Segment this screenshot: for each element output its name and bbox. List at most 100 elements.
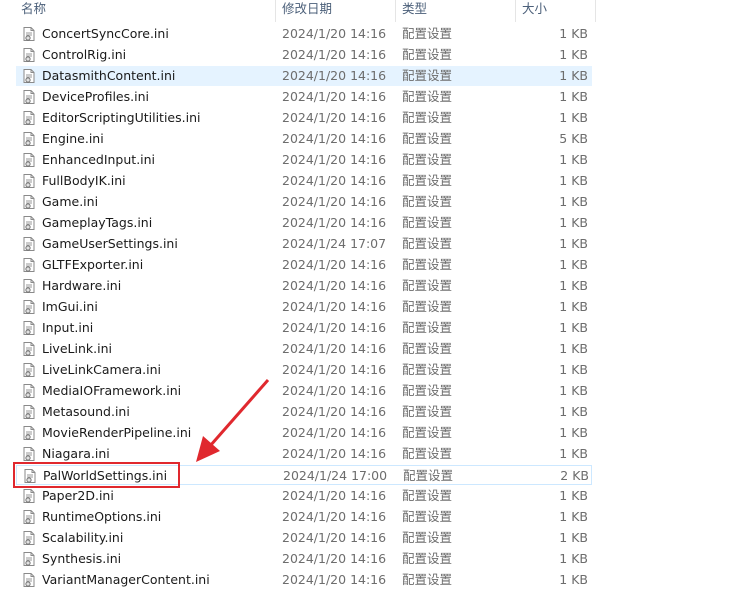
file-type: 配置设置 xyxy=(402,110,453,125)
file-row[interactable]: LiveLinkCamera.ini 2024/1/20 14:16 配置设置 1 K… xyxy=(16,360,592,380)
file-size: 1 KB xyxy=(559,509,588,524)
column-header-type[interactable]: 类型 xyxy=(396,0,516,22)
column-header-name[interactable]: 名称 xyxy=(15,0,276,22)
file-size: 1 KB xyxy=(559,47,588,62)
file-modified-date: 2024/1/20 14:16 xyxy=(282,173,387,188)
file-size: 1 KB xyxy=(559,362,588,377)
file-row[interactable]: MediaIOFramework.ini 2024/1/20 14:16 配置设置 1… xyxy=(16,381,592,401)
file-row[interactable]: Metasound.ini 2024/1/20 14:16 配置设置 1 KB xyxy=(16,402,592,422)
file-row[interactable]: Hardware.ini 2024/1/20 14:16 配置设置 1 KB xyxy=(16,276,592,296)
file-modified-date: 2024/1/20 14:16 xyxy=(282,509,387,524)
file-type: 配置设置 xyxy=(402,173,453,188)
file-row[interactable]: DatasmithContent.ini 2024/1/20 14:16 配置设置 1… xyxy=(16,66,592,86)
file-name: Engine.ini xyxy=(42,131,104,146)
file-type: 配置设置 xyxy=(402,383,453,398)
file-name: GameplayTags.ini xyxy=(42,215,153,230)
file-name: Paper2D.ini xyxy=(42,488,114,503)
file-type: 配置设置 xyxy=(402,404,453,419)
file-type: 配置设置 xyxy=(403,468,454,483)
file-row[interactable]: Input.ini 2024/1/20 14:16 配置设置 1 KB xyxy=(16,318,592,338)
file-type: 配置设置 xyxy=(402,152,453,167)
file-size: 1 KB xyxy=(559,173,588,188)
file-size: 1 KB xyxy=(559,152,588,167)
file-size: 1 KB xyxy=(559,404,588,419)
file-size: 1 KB xyxy=(559,341,588,356)
file-row[interactable]: GLTFExporter.ini 2024/1/20 14:16 配置设置 1 KB xyxy=(16,255,592,275)
file-size: 1 KB xyxy=(559,89,588,104)
file-modified-date: 2024/1/20 14:16 xyxy=(282,110,387,125)
file-modified-date: 2024/1/20 14:16 xyxy=(282,131,387,146)
file-row[interactable]: MovieRenderPipeline.ini 2024/1/20 14:16 配置… xyxy=(16,423,592,443)
ini-config-file-icon xyxy=(21,278,37,294)
file-size: 2 KB xyxy=(560,468,589,483)
column-header-modified[interactable]: 修改日期 xyxy=(276,0,396,22)
ini-config-file-icon xyxy=(21,404,37,420)
ini-config-file-icon xyxy=(21,572,37,588)
file-modified-date: 2024/1/20 14:16 xyxy=(282,341,387,356)
file-row[interactable]: FullBodyIK.ini 2024/1/20 14:16 配置设置 1 KB xyxy=(16,171,592,191)
ini-config-file-icon xyxy=(21,152,37,168)
file-row[interactable]: Engine.ini 2024/1/20 14:16 配置设置 5 KB xyxy=(16,129,592,149)
file-modified-date: 2024/1/20 14:16 xyxy=(282,362,387,377)
file-name: Metasound.ini xyxy=(42,404,130,419)
file-type: 配置设置 xyxy=(402,215,453,230)
ini-config-file-icon xyxy=(21,488,37,504)
file-name: ConcertSyncCore.ini xyxy=(42,26,169,41)
file-row[interactable]: ConcertSyncCore.ini 2024/1/20 14:16 配置设置 1 … xyxy=(16,24,592,44)
file-name: Synthesis.ini xyxy=(42,551,122,566)
file-explorer: 名称 修改日期 类型 大小 ConcertSyncCore.ini 2024/1/… xyxy=(0,0,734,603)
file-modified-date: 2024/1/20 14:16 xyxy=(282,257,387,272)
file-modified-date: 2024/1/20 14:16 xyxy=(282,278,387,293)
file-name: MediaIOFramework.ini xyxy=(42,383,182,398)
file-modified-date: 2024/1/20 14:16 xyxy=(282,89,387,104)
file-name: DatasmithContent.ini xyxy=(42,68,176,83)
file-type: 配置设置 xyxy=(402,551,453,566)
file-row[interactable]: GameplayTags.ini 2024/1/20 14:16 配置设置 1 KB xyxy=(16,213,592,233)
file-row[interactable]: LiveLink.ini 2024/1/20 14:16 配置设置 1 KB xyxy=(16,339,592,359)
ini-config-file-icon xyxy=(21,362,37,378)
file-row[interactable]: RuntimeOptions.ini 2024/1/20 14:16 配置设置 1 K… xyxy=(16,507,592,527)
file-row[interactable]: GameUserSettings.ini 2024/1/24 17:07 配置设置 1… xyxy=(16,234,592,254)
file-modified-date: 2024/1/20 14:16 xyxy=(282,446,387,461)
file-name: RuntimeOptions.ini xyxy=(42,509,162,524)
file-modified-date: 2024/1/20 14:16 xyxy=(282,425,387,440)
file-type: 配置设置 xyxy=(402,89,453,104)
file-size: 1 KB xyxy=(559,425,588,440)
ini-config-file-icon xyxy=(21,215,37,231)
file-name: Input.ini xyxy=(42,320,94,335)
file-size: 1 KB xyxy=(559,68,588,83)
file-type: 配置设置 xyxy=(402,320,453,335)
ini-config-file-icon xyxy=(21,446,37,462)
file-row[interactable]: Paper2D.ini 2024/1/20 14:16 配置设置 1 KB xyxy=(16,486,592,506)
file-type: 配置设置 xyxy=(402,278,453,293)
file-row[interactable]: ImGui.ini 2024/1/20 14:16 配置设置 1 KB xyxy=(16,297,592,317)
ini-config-file-icon xyxy=(21,68,37,84)
file-name: LiveLink.ini xyxy=(42,341,112,356)
file-modified-date: 2024/1/20 14:16 xyxy=(282,194,387,209)
file-type: 配置设置 xyxy=(402,131,453,146)
file-size: 1 KB xyxy=(559,110,588,125)
file-type: 配置设置 xyxy=(402,509,453,524)
file-row[interactable]: Game.ini 2024/1/20 14:16 配置设置 1 KB xyxy=(16,192,592,212)
file-name: EditorScriptingUtilities.ini xyxy=(42,110,201,125)
file-row[interactable]: ControlRig.ini 2024/1/20 14:16 配置设置 1 KB xyxy=(16,45,592,65)
file-row[interactable]: EditorScriptingUtilities.ini 2024/1/20 14… xyxy=(16,108,592,128)
file-row[interactable]: PalWorldSettings.ini 2024/1/24 17:00 配置设置 2… xyxy=(16,465,592,485)
file-row[interactable]: VariantManagerContent.ini 2024/1/20 14:16… xyxy=(16,570,592,590)
ini-config-file-icon xyxy=(21,509,37,525)
file-row[interactable]: EnhancedInput.ini 2024/1/20 14:16 配置设置 1 KB xyxy=(16,150,592,170)
file-size: 5 KB xyxy=(559,131,588,146)
file-modified-date: 2024/1/20 14:16 xyxy=(282,572,387,587)
file-row[interactable]: DeviceProfiles.ini 2024/1/20 14:16 配置设置 1 K… xyxy=(16,87,592,107)
ini-config-file-icon xyxy=(21,530,37,546)
file-size: 1 KB xyxy=(559,278,588,293)
file-modified-date: 2024/1/20 14:16 xyxy=(282,26,387,41)
file-type: 配置设置 xyxy=(402,26,453,41)
file-row[interactable]: Synthesis.ini 2024/1/20 14:16 配置设置 1 KB xyxy=(16,549,592,569)
file-row[interactable]: Scalability.ini 2024/1/20 14:16 配置设置 1 KB xyxy=(16,528,592,548)
ini-config-file-icon xyxy=(21,341,37,357)
file-row[interactable]: Niagara.ini 2024/1/20 14:16 配置设置 1 KB xyxy=(16,444,592,464)
ini-config-file-icon xyxy=(21,257,37,273)
column-header-size[interactable]: 大小 xyxy=(516,0,596,22)
ini-config-file-icon xyxy=(21,26,37,42)
